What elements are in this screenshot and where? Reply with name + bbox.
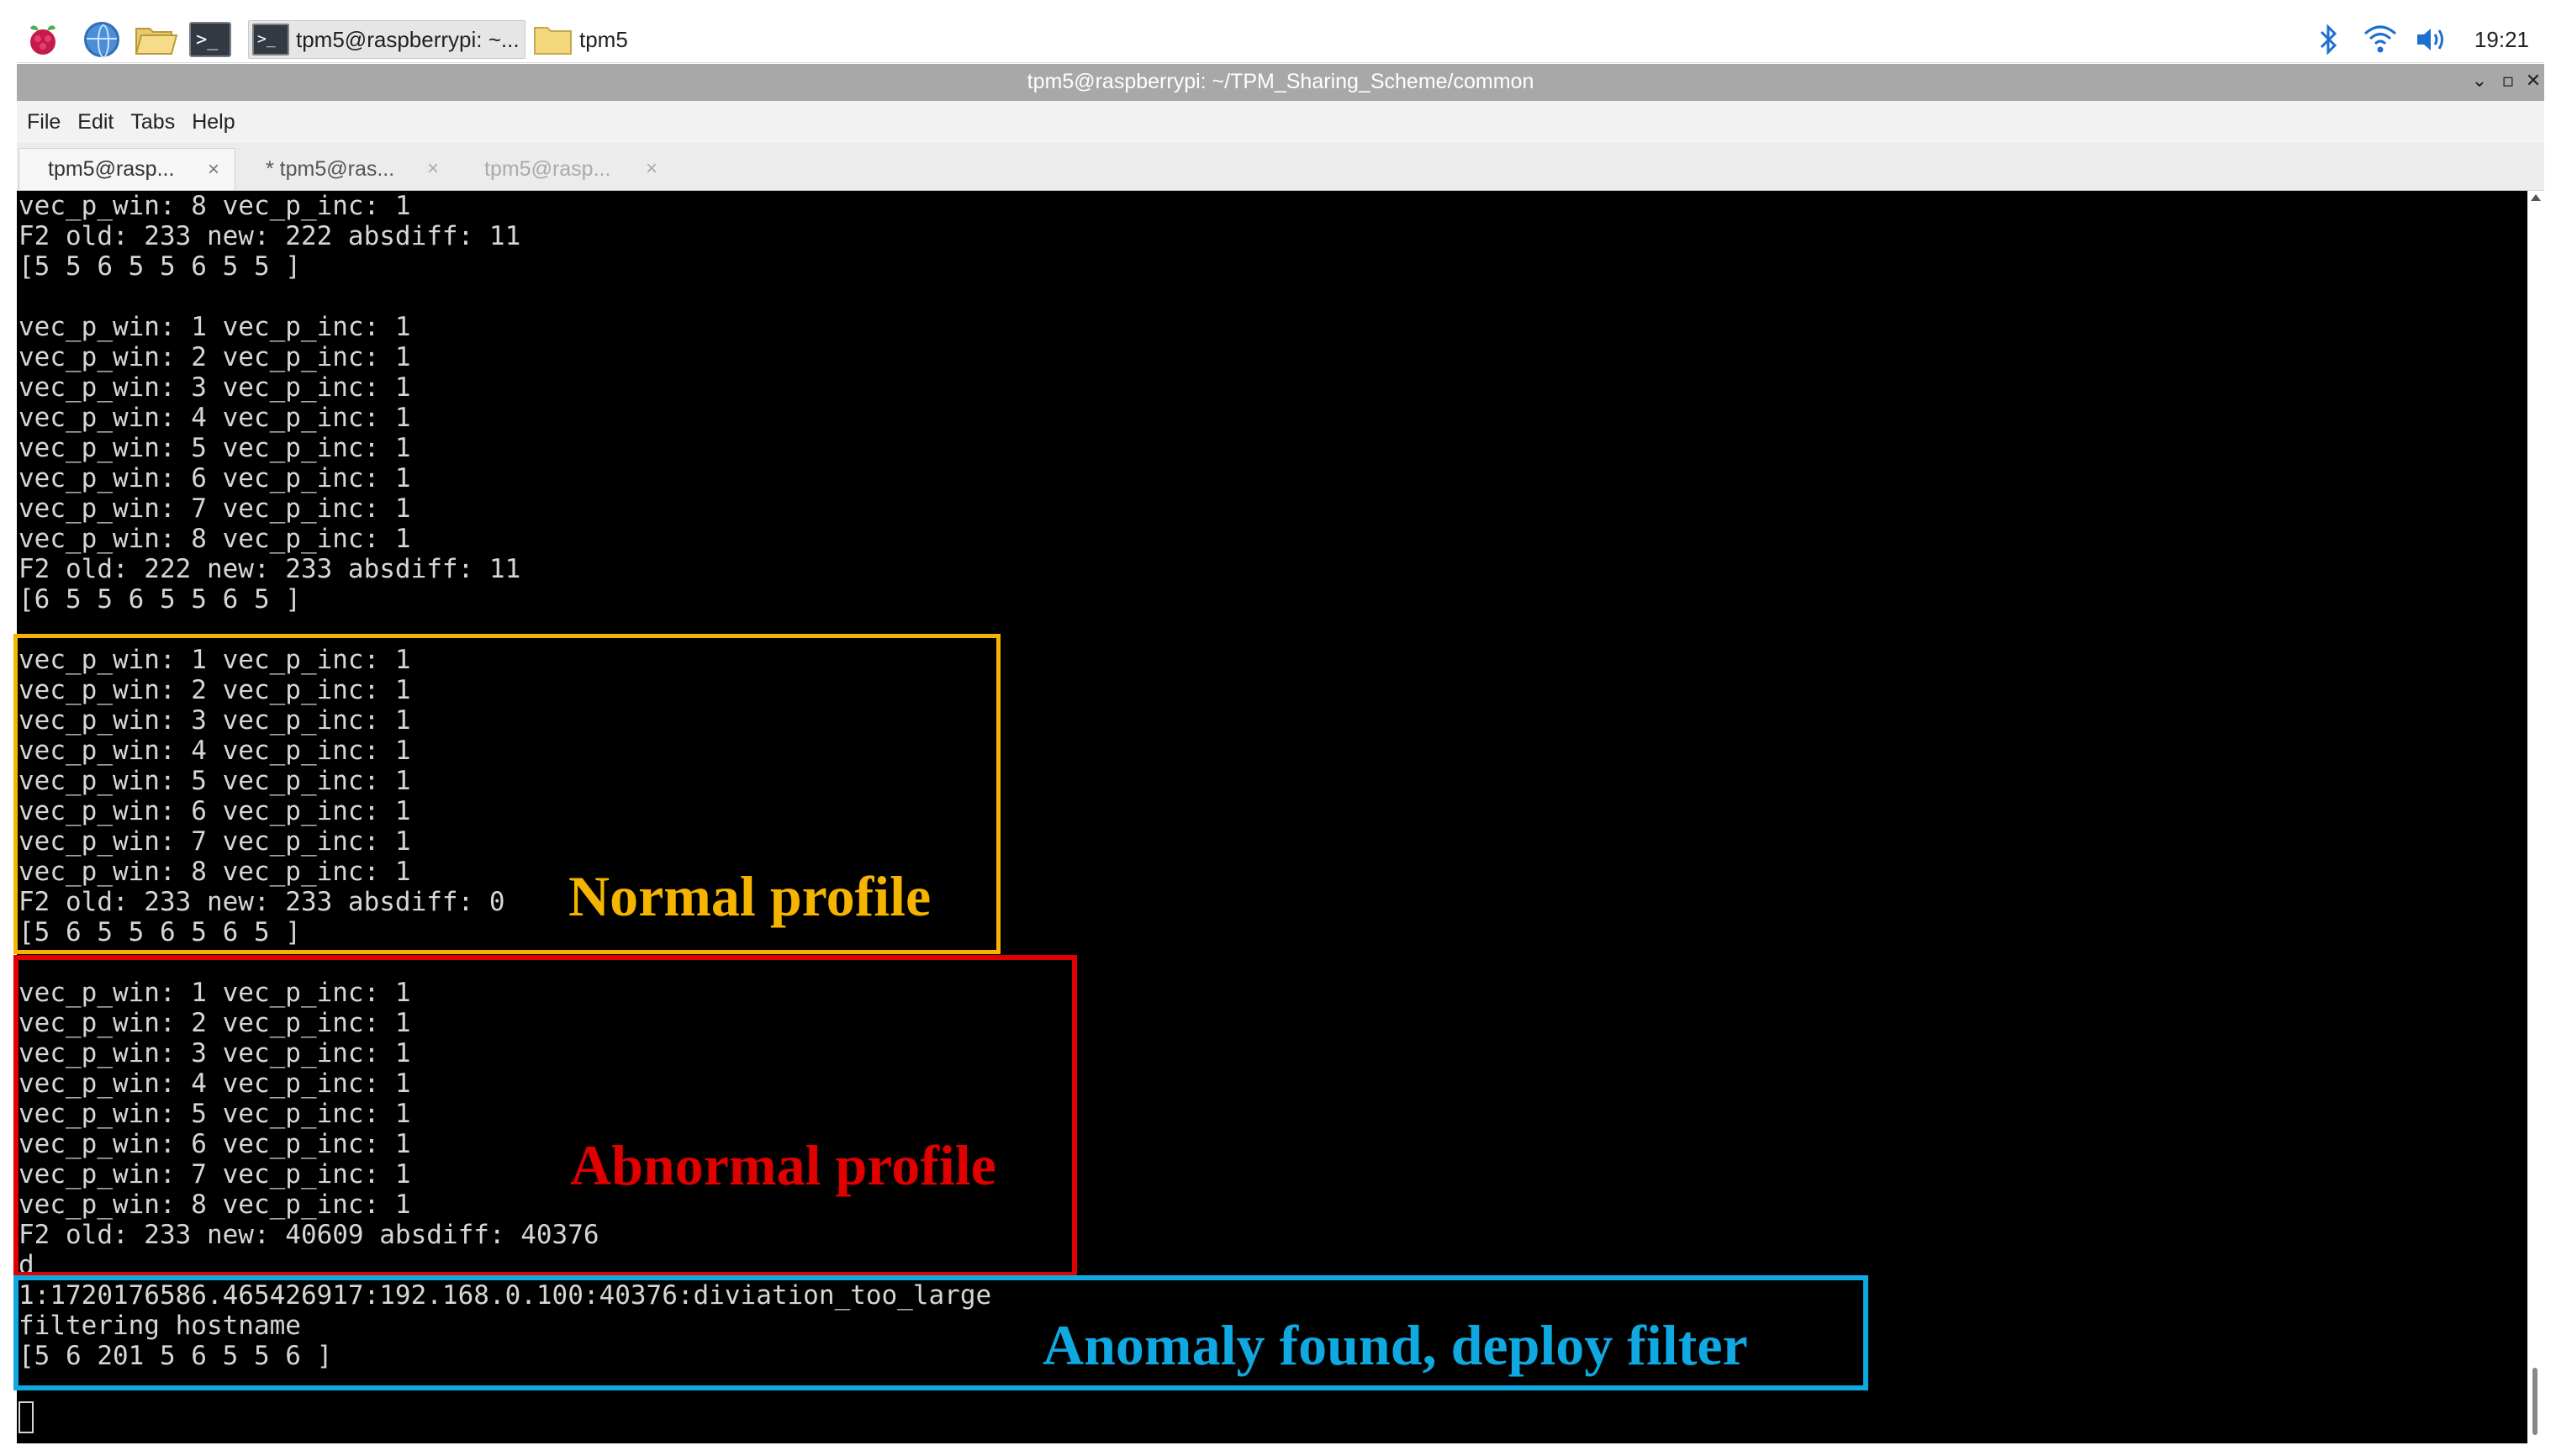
minimize-button[interactable]: ⌄ [2467,69,2492,94]
bluetooth-icon[interactable] [2310,22,2347,57]
window-titlebar[interactable]: tpm5@raspberrypi: ~/TPM_Sharing_Scheme/c… [17,64,2544,101]
tab-close-icon[interactable]: × [427,157,439,181]
terminal-line: [6 5 5 6 5 5 6 5 ] [18,584,301,615]
anomaly-label: Anomaly found, deploy filter [1043,1313,1748,1377]
tab-label: tpm5@rasp... [48,157,175,181]
volume-icon[interactable] [2414,22,2451,57]
close-button[interactable]: ✕ [2521,69,2546,94]
taskbar-item-terminal[interactable]: >_ tpm5@raspberrypi: ~... [248,20,525,59]
normal-profile-label: Normal profile [568,864,932,928]
taskbar-item-file-manager[interactable]: tpm5 [530,20,647,59]
terminal-line: vec_p_win: 8 vec_p_inc: 1 [18,191,411,221]
terminal-line: vec_p_win: 7 vec_p_inc: 1 [18,493,411,524]
tab-close-icon[interactable]: × [646,157,657,181]
taskbar-item-label: tpm5 [579,26,628,52]
menu-edit[interactable]: Edit [77,110,114,135]
window-title: tpm5@raspberrypi: ~/TPM_Sharing_Scheme/c… [1027,70,1534,93]
scroll-up-icon[interactable] [2531,194,2541,201]
folder-icon [534,24,573,55]
web-browser-icon[interactable] [84,22,119,58]
menu-tabs[interactable]: Tabs [130,110,175,135]
terminal-icon[interactable]: >_ [189,22,231,57]
terminal-line: [5 5 6 5 5 6 5 5 ] [18,251,301,282]
taskbar: >_ >_ tpm5@raspberrypi: ~... tpm5 19:21 [17,17,2544,63]
raspberry-menu-icon[interactable] [25,22,61,57]
abnormal-profile-box [13,955,1077,1277]
terminal-line: F2 old: 233 new: 222 absdiff: 11 [18,221,521,251]
menubar: File Edit Tabs Help [17,101,2544,143]
terminal-line: vec_p_win: 6 vec_p_inc: 1 [18,463,411,493]
terminal-line: vec_p_win: 2 vec_p_inc: 1 [18,342,411,372]
menu-file[interactable]: File [27,110,61,135]
terminal-line: vec_p_win: 1 vec_p_inc: 1 [18,312,411,342]
tab-2[interactable]: * tpm5@ras... × [237,148,454,190]
wifi-icon[interactable] [2362,22,2399,57]
tab-1[interactable]: tpm5@rasp... × [18,148,235,190]
terminal-icon: >_ [252,24,289,55]
terminal-line: vec_p_win: 5 vec_p_inc: 1 [18,433,411,463]
terminal-line: vec_p_win: 4 vec_p_inc: 1 [18,403,411,433]
tab-3[interactable]: tpm5@rasp... × [456,148,673,190]
file-manager-icon[interactable] [135,22,178,57]
tab-label: * tpm5@ras... [266,156,395,181]
menu-help[interactable]: Help [192,110,235,135]
tab-close-icon[interactable]: × [208,158,219,182]
tab-bar: tpm5@rasp... × * tpm5@ras... × tpm5@rasp… [17,143,2544,191]
tab-label: tpm5@rasp... [484,156,611,181]
clock[interactable]: 19:21 [2474,27,2529,53]
terminal-line: vec_p_win: 8 vec_p_inc: 1 [18,524,411,554]
taskbar-item-label: tpm5@raspberrypi: ~... [296,26,520,52]
terminal-scrollbar[interactable] [2527,191,2544,1443]
scrollbar-thumb[interactable] [2532,1368,2538,1435]
terminal-cursor [18,1401,34,1433]
terminal-line: vec_p_win: 3 vec_p_inc: 1 [18,372,411,403]
abnormal-profile-label: Abnormal profile [570,1133,996,1197]
maximize-button[interactable]: ▫ [2495,69,2521,94]
terminal-line: F2 old: 222 new: 233 absdiff: 11 [18,554,521,584]
system-tray: 19:21 [2310,20,2536,59]
